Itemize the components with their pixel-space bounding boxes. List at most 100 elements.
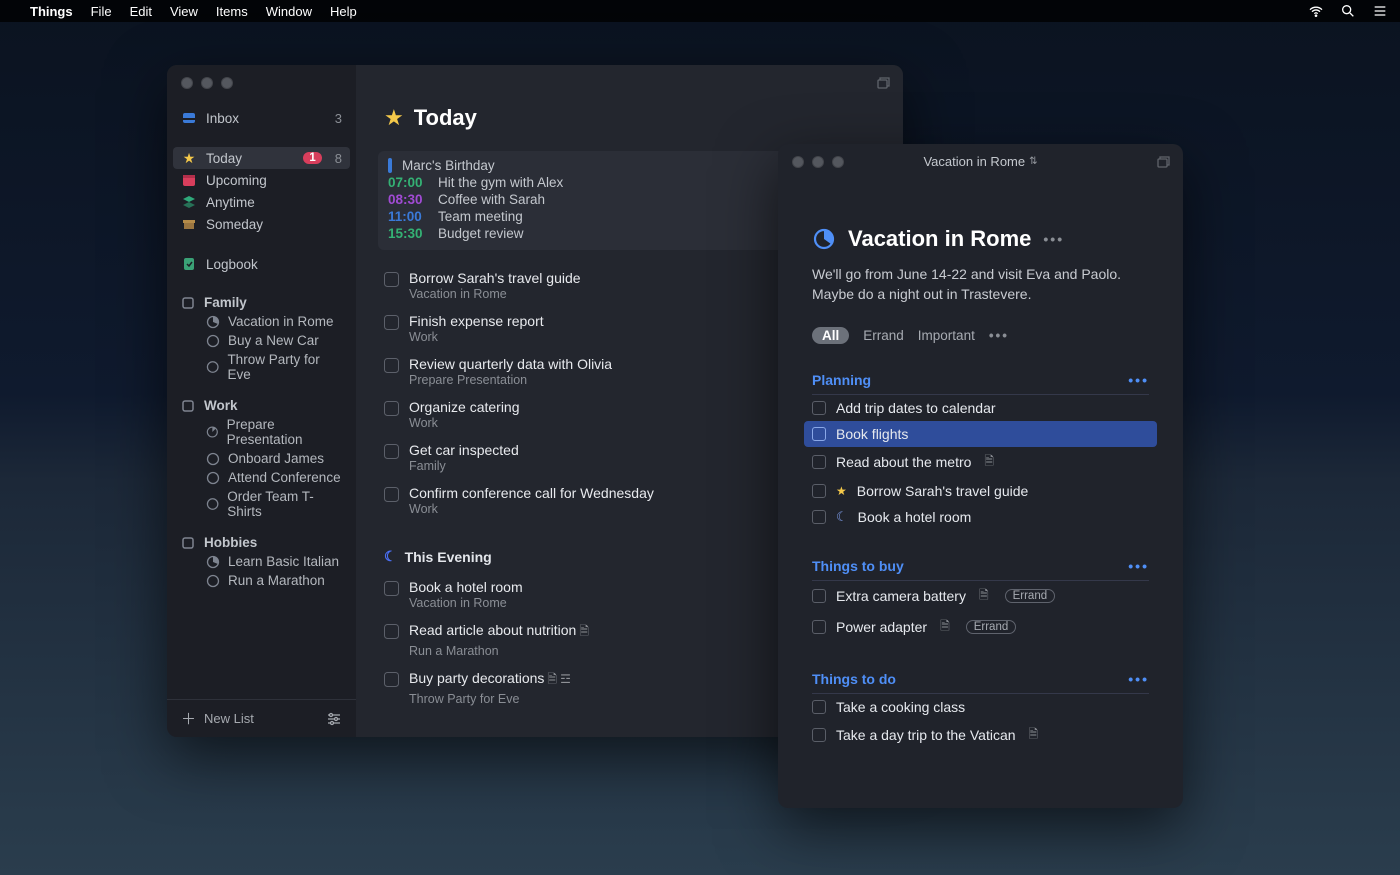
checkbox[interactable] xyxy=(812,700,826,714)
project-presentation[interactable]: Prepare Presentation xyxy=(167,415,356,449)
todo-item[interactable]: ★Borrow Sarah's travel guide xyxy=(812,478,1149,504)
close-button[interactable] xyxy=(181,77,193,89)
project-onboard[interactable]: Onboard James xyxy=(167,449,356,468)
checkbox[interactable] xyxy=(812,484,826,498)
heading-title: Planning xyxy=(812,372,871,388)
more-icon[interactable]: ••• xyxy=(1043,231,1064,247)
evening-title: This Evening xyxy=(405,549,492,565)
project-italian[interactable]: Learn Basic Italian xyxy=(167,552,356,571)
todo-item-selected[interactable]: Book flights xyxy=(804,421,1157,447)
checkbox[interactable] xyxy=(384,624,399,639)
todo-item[interactable]: Add trip dates to calendar xyxy=(812,395,1149,421)
checkbox[interactable] xyxy=(384,401,399,416)
pie-icon xyxy=(206,315,220,329)
checkbox[interactable] xyxy=(384,672,399,687)
checkbox[interactable] xyxy=(812,620,826,634)
checkbox[interactable] xyxy=(384,358,399,373)
minimize-button[interactable] xyxy=(201,77,213,89)
event-text: Team meeting xyxy=(438,209,523,224)
area-hobbies[interactable]: Hobbies xyxy=(167,533,356,552)
menu-extras-icon[interactable] xyxy=(1372,3,1388,19)
titlebar[interactable]: Vacation in Rome⇅ xyxy=(778,154,1183,169)
search-icon[interactable] xyxy=(1340,3,1356,19)
sidebar-someday[interactable]: Someday xyxy=(167,213,356,235)
checkbox[interactable] xyxy=(384,581,399,596)
filter-more-icon[interactable]: ••• xyxy=(989,328,1009,343)
project-conference[interactable]: Attend Conference xyxy=(167,468,356,487)
sidebar-inbox[interactable]: Inbox 3 xyxy=(167,107,356,129)
project-label: Prepare Presentation xyxy=(227,417,342,447)
todo-item[interactable]: Take a day trip to the Vatican🗎 xyxy=(812,720,1149,751)
checkbox[interactable] xyxy=(384,444,399,459)
heading-planning[interactable]: Planning ••• xyxy=(812,372,1149,395)
pie-icon xyxy=(206,574,220,588)
new-list-button[interactable]: New List xyxy=(204,711,254,726)
menu-edit[interactable]: Edit xyxy=(130,4,152,19)
menu-items[interactable]: Items xyxy=(216,4,248,19)
heading-more-icon[interactable]: ••• xyxy=(1128,671,1149,687)
project-notes[interactable]: We'll go from June 14-22 and visit Eva a… xyxy=(812,264,1149,305)
sidebar-anytime[interactable]: Anytime xyxy=(167,191,356,213)
area-family[interactable]: Family xyxy=(167,293,356,312)
zoom-button[interactable] xyxy=(221,77,233,89)
checkbox[interactable] xyxy=(812,510,826,524)
checkbox[interactable] xyxy=(812,427,826,441)
todo-item[interactable]: Read about the metro🗎 xyxy=(812,447,1149,478)
checkbox[interactable] xyxy=(384,315,399,330)
star-icon: ★ xyxy=(836,484,847,498)
event-text: Coffee with Sarah xyxy=(438,192,545,207)
note-icon: 🗎 xyxy=(547,672,557,686)
menu-view[interactable]: View xyxy=(170,4,198,19)
area-work-label: Work xyxy=(204,398,238,413)
todo-item[interactable]: ☾Book a hotel room xyxy=(812,504,1149,530)
project-vacation[interactable]: Vacation in Rome xyxy=(167,312,356,331)
checkbox[interactable] xyxy=(384,487,399,502)
heading-more-icon[interactable]: ••• xyxy=(1128,372,1149,388)
wifi-icon[interactable] xyxy=(1308,3,1324,19)
project-party[interactable]: Throw Party for Eve xyxy=(167,350,356,384)
sidebar-logbook[interactable]: Logbook xyxy=(167,253,356,275)
project-car[interactable]: Buy a New Car xyxy=(167,331,356,350)
new-window-icon[interactable] xyxy=(1155,154,1171,170)
moon-icon: ☾ xyxy=(836,509,848,525)
note-icon: 🗎 xyxy=(984,452,994,473)
checkbox[interactable] xyxy=(812,401,826,415)
today-label: Today xyxy=(206,151,294,166)
sidebar-today[interactable]: ★ Today 1 8 xyxy=(173,147,350,169)
heading-buy[interactable]: Things to buy••• xyxy=(812,558,1149,581)
project-label: Attend Conference xyxy=(228,470,341,485)
checkbox[interactable] xyxy=(812,728,826,742)
filter-all[interactable]: All xyxy=(812,327,849,344)
checkbox[interactable] xyxy=(812,455,826,469)
todo-item[interactable]: Extra camera battery🗎Errand xyxy=(812,581,1149,612)
archive-icon xyxy=(181,216,197,232)
menu-window[interactable]: Window xyxy=(266,4,312,19)
area-icon xyxy=(181,399,195,413)
area-hobbies-label: Hobbies xyxy=(204,535,257,550)
project-window: Vacation in Rome⇅ Vacation in Rome ••• W… xyxy=(778,144,1183,808)
project-marathon[interactable]: Run a Marathon xyxy=(167,571,356,590)
new-window-icon[interactable] xyxy=(875,75,891,91)
tag-errand[interactable]: Errand xyxy=(1005,589,1056,603)
app-name[interactable]: Things xyxy=(30,4,73,19)
filter-important[interactable]: Important xyxy=(918,328,975,343)
inbox-label: Inbox xyxy=(206,111,326,126)
menu-file[interactable]: File xyxy=(91,4,112,19)
today-count: 8 xyxy=(335,151,342,166)
filter-errand[interactable]: Errand xyxy=(863,328,904,343)
todo-item[interactable]: Power adapter🗎Errand xyxy=(812,612,1149,643)
tag-errand[interactable]: Errand xyxy=(966,620,1017,634)
plus-icon[interactable]: ＋ xyxy=(181,708,196,729)
area-work[interactable]: Work xyxy=(167,396,356,415)
checkbox[interactable] xyxy=(812,589,826,603)
checkbox[interactable] xyxy=(384,272,399,287)
todo-item[interactable]: Take a cooking class xyxy=(812,694,1149,720)
project-tshirts[interactable]: Order Team T-Shirts xyxy=(167,487,356,521)
todo-title: Book flights xyxy=(836,426,908,442)
heading-more-icon[interactable]: ••• xyxy=(1128,558,1149,574)
project-title[interactable]: Vacation in Rome xyxy=(848,226,1031,252)
menu-help[interactable]: Help xyxy=(330,4,357,19)
sidebar-upcoming[interactable]: Upcoming xyxy=(167,169,356,191)
heading-do[interactable]: Things to do••• xyxy=(812,671,1149,694)
settings-icon[interactable] xyxy=(326,711,342,727)
